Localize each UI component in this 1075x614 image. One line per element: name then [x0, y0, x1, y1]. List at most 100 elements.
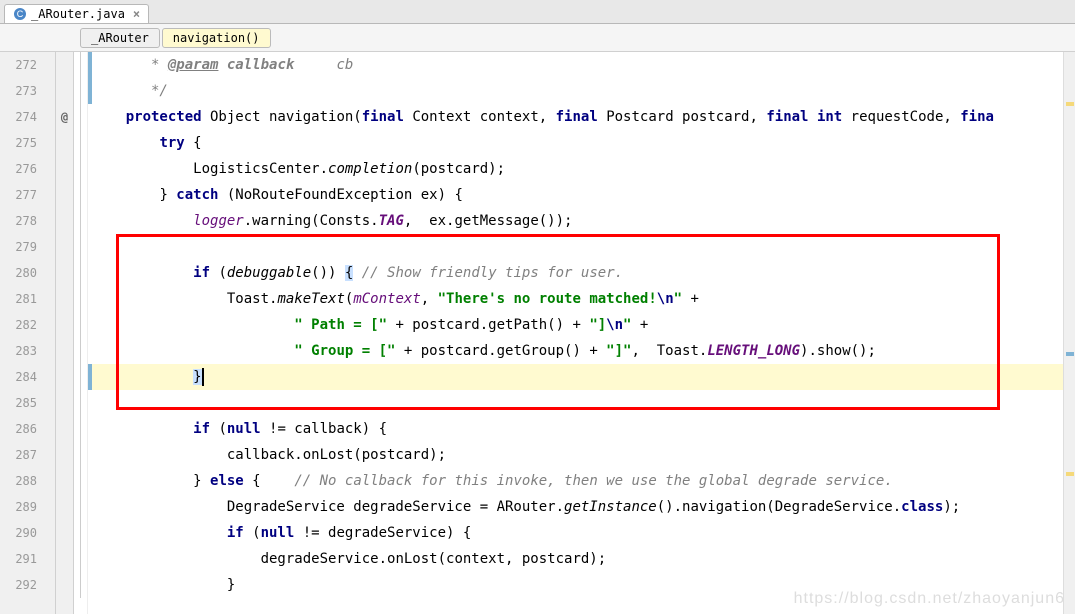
breadcrumb-method[interactable]: navigation()	[162, 28, 271, 48]
breadcrumb-bar: _ARouter navigation()	[0, 24, 1075, 52]
gutter-cell	[56, 546, 73, 572]
fold-cell	[74, 234, 87, 260]
code-line: callback.onLost(postcard);	[92, 442, 1075, 468]
fold-column	[74, 52, 88, 614]
scroll-marker	[1066, 352, 1074, 356]
file-tab[interactable]: C _ARouter.java ×	[4, 4, 149, 23]
line-number: 288	[0, 468, 37, 494]
code-line: logger.warning(Consts.TAG, ex.getMessage…	[92, 208, 1075, 234]
code-line-current: }	[92, 364, 1075, 390]
java-class-icon: C	[13, 7, 27, 21]
gutter-cell	[56, 260, 73, 286]
gutter-cell	[56, 494, 73, 520]
line-number: 276	[0, 156, 37, 182]
fold-cell	[74, 104, 87, 130]
line-number: 289	[0, 494, 37, 520]
breadcrumb-class[interactable]: _ARouter	[80, 28, 160, 48]
code-line: DegradeService degradeService = ARouter.…	[92, 494, 1075, 520]
scroll-marker	[1066, 472, 1074, 476]
fold-cell	[74, 338, 87, 364]
gutter-cell	[56, 182, 73, 208]
gutter-cell	[56, 442, 73, 468]
override-gutter-icon: @	[56, 104, 73, 130]
gutter-cell	[56, 234, 73, 260]
fold-cell	[74, 520, 87, 546]
gutter-cell	[56, 78, 73, 104]
code-line: } catch (NoRouteFoundException ex) {	[92, 182, 1075, 208]
code-line: * @param callback cb	[92, 52, 1075, 78]
line-number: 281	[0, 286, 37, 312]
line-number: 290	[0, 520, 37, 546]
line-number: 282	[0, 312, 37, 338]
gutter-cell	[56, 416, 73, 442]
change-marker	[88, 52, 92, 104]
line-number: 286	[0, 416, 37, 442]
gutter-cell	[56, 364, 73, 390]
close-icon[interactable]: ×	[133, 7, 140, 21]
editor-scrollbar[interactable]	[1063, 52, 1075, 614]
svg-text:C: C	[17, 9, 24, 19]
gutter-cell	[56, 312, 73, 338]
gutter-cell	[56, 52, 73, 78]
gutter-cell	[56, 130, 73, 156]
line-number: 278	[0, 208, 37, 234]
line-number: 275	[0, 130, 37, 156]
line-number: 274	[0, 104, 37, 130]
code-line: } else { // No callback for this invoke,…	[92, 468, 1075, 494]
gutter-cell	[56, 156, 73, 182]
code-line: " Group = [" + postcard.getGroup() + "]"…	[92, 338, 1075, 364]
code-line	[92, 234, 1075, 260]
code-line: }	[92, 572, 1075, 598]
fold-cell	[74, 546, 87, 572]
fold-cell	[74, 364, 87, 390]
fold-cell	[74, 130, 87, 156]
editor-tabs: C _ARouter.java ×	[0, 0, 1075, 24]
gutter-cell	[56, 520, 73, 546]
fold-cell	[74, 208, 87, 234]
line-number: 273	[0, 78, 37, 104]
fold-cell	[74, 494, 87, 520]
fold-cell	[74, 156, 87, 182]
text-caret	[202, 368, 204, 386]
line-number: 285	[0, 390, 37, 416]
line-number: 280	[0, 260, 37, 286]
fold-cell	[74, 286, 87, 312]
line-number: 287	[0, 442, 37, 468]
line-number: 291	[0, 546, 37, 572]
gutter-cell	[56, 572, 73, 598]
gutter-icons: @	[56, 52, 74, 614]
code-editor[interactable]: 2722732742752762772782792802812822832842…	[0, 52, 1075, 614]
gutter-cell	[56, 468, 73, 494]
line-number-gutter: 2722732742752762772782792802812822832842…	[0, 52, 56, 614]
gutter-cell	[56, 338, 73, 364]
gutter-cell	[56, 390, 73, 416]
fold-cell	[74, 312, 87, 338]
line-number: 283	[0, 338, 37, 364]
change-marker	[88, 364, 92, 390]
fold-cell	[74, 572, 87, 598]
code-line: try {	[92, 130, 1075, 156]
line-number: 277	[0, 182, 37, 208]
code-line: degradeService.onLost(context, postcard)…	[92, 546, 1075, 572]
code-line	[92, 390, 1075, 416]
code-line: if (null != degradeService) {	[92, 520, 1075, 546]
fold-cell	[74, 442, 87, 468]
fold-cell	[74, 260, 87, 286]
line-number: 292	[0, 572, 37, 598]
line-number: 272	[0, 52, 37, 78]
code-area[interactable]: * @param callback cb */ protected Object…	[88, 52, 1075, 614]
code-line: " Path = [" + postcard.getPath() + "]\n"…	[92, 312, 1075, 338]
file-tab-label: _ARouter.java	[31, 7, 125, 21]
gutter-cell	[56, 286, 73, 312]
fold-cell	[74, 468, 87, 494]
code-line: */	[92, 78, 1075, 104]
scroll-marker	[1066, 102, 1074, 106]
fold-cell	[74, 416, 87, 442]
line-number: 279	[0, 234, 37, 260]
fold-cell	[74, 390, 87, 416]
code-line: Toast.makeText(mContext, "There's no rou…	[92, 286, 1075, 312]
fold-cell	[74, 78, 87, 104]
fold-cell	[74, 52, 87, 78]
fold-cell	[74, 182, 87, 208]
gutter-cell	[56, 208, 73, 234]
